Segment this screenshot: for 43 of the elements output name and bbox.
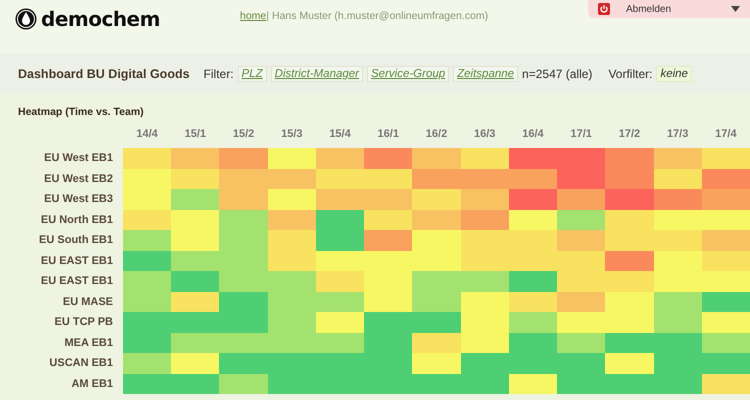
column-header: 17/2: [618, 127, 642, 142]
column-header: 17/4: [714, 127, 738, 142]
column-header: 16/1: [376, 127, 400, 142]
dashboard-title: Dashboard BU Digital Goods: [18, 67, 190, 81]
column-header: 14/4: [135, 127, 159, 142]
caret-icon: [731, 6, 740, 12]
heatmap-title: Heatmap (Time vs. Team): [18, 106, 145, 120]
row-label: EU North EB1: [40, 212, 114, 228]
column-header: 15/1: [184, 127, 208, 142]
column-header: 15/3: [280, 127, 304, 142]
column-header: 16/4: [521, 127, 545, 142]
column-header: 15/4: [328, 127, 352, 142]
filter-link[interactable]: Zeitspanne: [453, 66, 518, 82]
separator: |: [266, 10, 269, 22]
filter-link[interactable]: Service-Group: [367, 66, 450, 82]
row-label: EU EAST EB1: [40, 254, 114, 268]
row-label: MEA EB1: [64, 336, 114, 350]
column-header: 17/3: [666, 127, 690, 142]
row-label: EU MASE: [62, 294, 114, 310]
filter-link[interactable]: PLZ: [238, 66, 267, 82]
row-label: EU TCP PB: [54, 315, 114, 330]
logo-text: demochem: [41, 7, 160, 31]
row-label: USCAN EB1: [48, 356, 114, 371]
home-link[interactable]: home: [240, 10, 266, 22]
column-header: 17/1: [569, 127, 593, 142]
drop-logo-icon: [15, 8, 37, 30]
column-header: 16/3: [473, 127, 496, 142]
row-label: EU South EB1: [38, 233, 114, 248]
row-label: EU West EB1: [43, 151, 114, 166]
row-label: AM EB1: [70, 376, 114, 392]
count-text: n=2547 (alle): [522, 67, 592, 81]
logout-menu[interactable]: Abmelden: [588, 0, 750, 18]
prefilter-label: Vorfilter:: [608, 67, 652, 81]
column-header: 16/2: [424, 127, 448, 142]
filter-label: Filter:: [204, 67, 234, 81]
column-header: 15/2: [232, 127, 256, 142]
prefilter-value: keine: [656, 66, 692, 82]
power-icon: [598, 3, 610, 15]
row-label: EU West EB2: [43, 172, 114, 186]
row-label: EU EAST EB1: [40, 274, 114, 289]
filter-link[interactable]: District-Manager: [270, 66, 363, 82]
row-label: EU West EB3: [43, 192, 114, 207]
user-name: Hans Muster (h.muster@onlineumfragen.com): [272, 10, 488, 22]
